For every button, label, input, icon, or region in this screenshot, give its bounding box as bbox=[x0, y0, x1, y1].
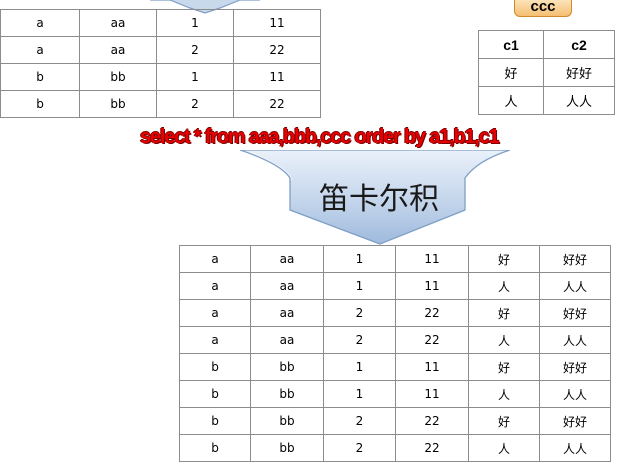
table-row: 好 好好 bbox=[478, 58, 615, 87]
table-cell: b bbox=[179, 434, 251, 462]
table-cell: 人 bbox=[468, 272, 540, 300]
table-cell: 22 bbox=[233, 90, 321, 118]
table-cell: aa bbox=[250, 272, 324, 300]
table-cell: aa bbox=[250, 299, 324, 327]
table-cell: 11 bbox=[233, 63, 321, 91]
table-row: a aa 1 11 好 好好 bbox=[179, 245, 611, 273]
table-row: b bb 2 22 人 人人 bbox=[179, 434, 611, 462]
table-cell: 人 bbox=[468, 434, 540, 462]
table-row: b bb 1 11 人 人人 bbox=[179, 380, 611, 408]
table-cell: bb bbox=[250, 353, 324, 381]
ccc-table: c1 c2 好 好好 人 人人 bbox=[478, 30, 615, 115]
table-cell: 2 bbox=[323, 299, 396, 327]
table-cell: 人人 bbox=[539, 380, 611, 408]
table-cell: 2 bbox=[323, 407, 396, 435]
table-cell: 人人 bbox=[539, 434, 611, 462]
ccc-table-label: ccc bbox=[514, 0, 572, 17]
table-cell: 好好 bbox=[539, 353, 611, 381]
table-row: b bb 1 11 好 好好 bbox=[179, 353, 611, 381]
table-cell: 2 bbox=[156, 36, 234, 64]
table-cell: a bbox=[179, 245, 251, 273]
table-row: 人 人人 bbox=[478, 86, 615, 115]
table-cell: a bbox=[179, 299, 251, 327]
table-cell: bb bbox=[79, 63, 157, 91]
table-cell: a bbox=[0, 36, 80, 64]
table-cell: 11 bbox=[395, 245, 469, 273]
table-cell: 好好 bbox=[539, 299, 611, 327]
table-cell: a bbox=[0, 9, 80, 37]
table-cell: b bbox=[179, 353, 251, 381]
table-cell: b bbox=[179, 380, 251, 408]
table-row: a aa 2 22 好 好好 bbox=[179, 299, 611, 327]
table-cell: 22 bbox=[395, 326, 469, 354]
cartesian-product-label: 笛卡尔积 bbox=[319, 182, 439, 217]
table-cell: 2 bbox=[323, 434, 396, 462]
table-cell: a bbox=[179, 326, 251, 354]
table-cell: 好好 bbox=[539, 245, 611, 273]
table-cell: 人人 bbox=[539, 272, 611, 300]
table-cell: 1 bbox=[323, 272, 396, 300]
table-cell: 好好 bbox=[543, 58, 615, 87]
table-cell: 好 bbox=[468, 245, 540, 273]
table-cell: 22 bbox=[395, 434, 469, 462]
table-row: b bb 2 22 好 好好 bbox=[179, 407, 611, 435]
table-cell: 人 bbox=[468, 326, 540, 354]
table-cell: 22 bbox=[395, 299, 469, 327]
table-cell: 好 bbox=[478, 58, 544, 87]
table-cell: 人 bbox=[468, 380, 540, 408]
table-row: a aa 1 11 bbox=[0, 9, 321, 37]
left-joined-table: a aa 1 11 a aa 2 22 b bb 1 11 b bb 2 22 bbox=[0, 9, 321, 118]
column-header: c1 bbox=[478, 30, 544, 59]
table-cell: 好 bbox=[468, 299, 540, 327]
table-cell: 人人 bbox=[543, 86, 615, 115]
result-table: a aa 1 11 好 好好 a aa 1 11 人 人人 a aa 2 22 … bbox=[179, 245, 611, 462]
table-cell: 1 bbox=[156, 63, 234, 91]
table-cell: 11 bbox=[395, 272, 469, 300]
table-cell: 11 bbox=[395, 380, 469, 408]
table-cell: 11 bbox=[233, 9, 321, 37]
table-cell: 11 bbox=[395, 353, 469, 381]
table-cell: 1 bbox=[323, 380, 396, 408]
table-cell: aa bbox=[250, 245, 324, 273]
table-cell: aa bbox=[79, 9, 157, 37]
table-cell: b bbox=[0, 63, 80, 91]
table-cell: 人 bbox=[478, 86, 544, 115]
table-cell: b bbox=[0, 90, 80, 118]
table-cell: b bbox=[179, 407, 251, 435]
sql-statement: select * from aaa,bbb,ccc order by a1,b1… bbox=[140, 126, 500, 148]
table-cell: 好 bbox=[468, 407, 540, 435]
table-cell: 好 bbox=[468, 353, 540, 381]
table-cell: 22 bbox=[395, 407, 469, 435]
table-cell: a bbox=[179, 272, 251, 300]
table-row: b bb 1 11 bbox=[0, 63, 321, 91]
table-cell: aa bbox=[250, 326, 324, 354]
table-cell: bb bbox=[250, 380, 324, 408]
table-row: a aa 1 11 人 人人 bbox=[179, 272, 611, 300]
table-cell: aa bbox=[79, 36, 157, 64]
table-cell: 22 bbox=[233, 36, 321, 64]
table-cell: bb bbox=[250, 407, 324, 435]
table-row: a aa 2 22 人 人人 bbox=[179, 326, 611, 354]
table-cell: 人人 bbox=[539, 326, 611, 354]
table-cell: 1 bbox=[156, 9, 234, 37]
column-header: c2 bbox=[543, 30, 615, 59]
table-cell: bb bbox=[79, 90, 157, 118]
table-cell: 1 bbox=[323, 353, 396, 381]
table-cell: 2 bbox=[323, 326, 396, 354]
table-row: b bb 2 22 bbox=[0, 90, 321, 118]
table-cell: 好好 bbox=[539, 407, 611, 435]
table-cell: 1 bbox=[323, 245, 396, 273]
table-row: a aa 2 22 bbox=[0, 36, 321, 64]
table-cell: bb bbox=[250, 434, 324, 462]
table-header-row: c1 c2 bbox=[478, 30, 615, 59]
table-cell: 2 bbox=[156, 90, 234, 118]
